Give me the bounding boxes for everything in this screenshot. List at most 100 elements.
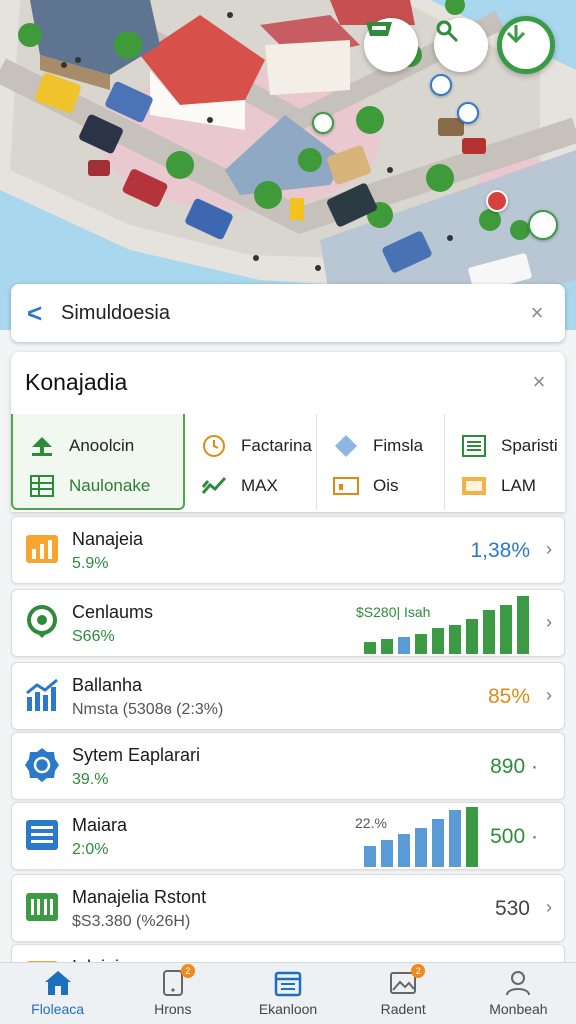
chart-bar — [449, 625, 461, 654]
item-title: Manajelia Rstont — [72, 887, 207, 907]
download-button[interactable] — [497, 16, 555, 74]
trend-icon — [26, 678, 58, 711]
category-tab[interactable]: Factarina MAX — [185, 414, 317, 510]
item-value: 1,38% — [470, 539, 530, 562]
notification-badge: 2 — [180, 964, 195, 978]
item-value: 890 · — [490, 755, 538, 778]
category-tab[interactable]: Sparisti LAM — [445, 414, 565, 510]
chart-bar — [381, 639, 393, 654]
list-item[interactable]: Nanajeia 5.9% 1,38% › — [11, 516, 565, 584]
category-option[interactable]: Naulonake — [29, 466, 183, 506]
map-pin-icon[interactable] — [486, 190, 508, 212]
map-pin-icon[interactable] — [430, 74, 452, 96]
category-option[interactable]: LAM — [461, 466, 565, 506]
home-icon — [42, 967, 74, 999]
item-title: Cenlaums — [72, 602, 154, 622]
item-title: Nanajeia — [72, 529, 144, 549]
list-item[interactable]: Ballanha Nmsta (5308ɞ (2:3%) 85% › — [11, 662, 565, 730]
mini-bar-chart — [364, 596, 529, 654]
list-item[interactable]: Cenlaums S66% $S280| Isah › — [11, 589, 565, 657]
chart-bar — [449, 810, 461, 867]
bar-chart-icon — [26, 535, 58, 563]
badge-icon — [25, 748, 59, 782]
map-layer-icon — [366, 22, 392, 36]
category-tabs: Anoolcin Naulonake Factarina MAX Fimsla … — [11, 414, 565, 510]
item-title: Maiara — [72, 815, 128, 835]
category-tab[interactable]: Anoolcin Naulonake — [11, 414, 185, 510]
item-value: 500 · — [490, 825, 538, 848]
chevron-right-icon[interactable]: › — [546, 897, 552, 918]
category-option[interactable]: MAX — [201, 466, 316, 506]
category-option[interactable]: Sparisti — [461, 426, 565, 466]
nav-phone[interactable]: 2 Hrons — [115, 963, 230, 1024]
category-tab[interactable]: Fimsla Ois — [317, 414, 445, 510]
nav-image[interactable]: 2 Radent — [346, 963, 461, 1024]
category-option[interactable]: Fimsla — [333, 426, 444, 466]
item-title: Sytem Eaplarari — [72, 745, 201, 765]
close-icon[interactable]: × — [525, 300, 549, 326]
map-pin-icon[interactable] — [312, 112, 334, 134]
item-subtitle: 2:0% — [72, 841, 109, 858]
panel-icon — [333, 474, 359, 498]
nav-calendar[interactable]: Ekanloon — [230, 963, 345, 1024]
map-illustration — [0, 0, 576, 330]
layers-button[interactable] — [364, 18, 418, 72]
search-title[interactable]: Simuldoesia — [61, 302, 525, 325]
phone-icon: 2 — [157, 964, 195, 999]
item-value: 85% — [487, 685, 530, 708]
chart-bar — [432, 819, 444, 867]
chart-bar — [500, 605, 512, 654]
key-icon — [436, 20, 459, 43]
chart-bar — [432, 628, 444, 654]
calendar-icon — [272, 967, 304, 999]
close-icon[interactable]: × — [527, 369, 551, 395]
location-icon — [27, 605, 57, 638]
search-bar[interactable]: < Simuldoesia × — [11, 284, 565, 342]
item-subtitle: S66% — [72, 628, 115, 645]
chart-bar — [415, 634, 427, 654]
category-option[interactable]: Ois — [333, 466, 444, 506]
clock-icon — [201, 434, 227, 458]
list-item[interactable]: Manajelia Rstont $S3.380 (%26H) 530 › — [11, 874, 565, 942]
tree-icon — [29, 434, 55, 458]
display-icon — [461, 474, 487, 498]
item-subtitle: 39.% — [72, 771, 109, 788]
diamond-icon — [333, 434, 359, 458]
panel-title: Konajadia — [25, 368, 128, 395]
city-map[interactable] — [0, 0, 576, 330]
chart-bar — [466, 807, 478, 867]
list-item[interactable]: Sytem Eaplarari 39.% 890 · — [11, 732, 565, 800]
chart-bar — [381, 840, 393, 867]
list-item[interactable]: Maiara 2:0% 22.% 500 · — [11, 802, 565, 870]
chevron-right-icon[interactable]: › — [546, 612, 552, 633]
chevron-down-icon — [506, 25, 526, 44]
bottom-nav: Floleaca 2 Hrons Ekanloon 2 Radent Monbe… — [0, 962, 576, 1024]
chart-bar — [398, 834, 410, 867]
chart-bar — [517, 596, 529, 654]
chart-bar — [398, 637, 410, 654]
chevron-right-icon[interactable]: › — [546, 685, 552, 706]
item-title: Ballanha — [72, 675, 143, 695]
item-value: 530 — [494, 897, 530, 920]
locate-button[interactable] — [434, 18, 488, 72]
back-icon[interactable]: < — [27, 298, 55, 329]
category-option[interactable]: Factarina — [201, 426, 316, 466]
chart-bar — [415, 828, 427, 867]
chart-bar — [364, 846, 376, 867]
map-pin-icon[interactable] — [528, 210, 558, 240]
notification-badge: 2 — [411, 964, 426, 978]
nav-home[interactable]: Floleaca — [0, 963, 115, 1024]
category-option[interactable]: Anoolcin — [29, 426, 183, 466]
map-pin-icon[interactable] — [457, 102, 479, 124]
mini-bar-chart — [364, 807, 478, 867]
building-icon — [26, 893, 58, 921]
item-subtitle: $S3.380 (%26H) — [72, 913, 191, 930]
item-subtitle: Nmsta (5308ɞ (2:3%) — [72, 701, 224, 718]
chart-bar — [364, 642, 376, 654]
grid-icon — [29, 474, 55, 498]
chart-bar — [483, 610, 495, 654]
nav-profile[interactable]: Monbeah — [461, 963, 576, 1024]
chevron-right-icon[interactable]: › — [546, 539, 552, 560]
sheet-icon — [461, 434, 487, 458]
person-icon — [502, 967, 534, 999]
